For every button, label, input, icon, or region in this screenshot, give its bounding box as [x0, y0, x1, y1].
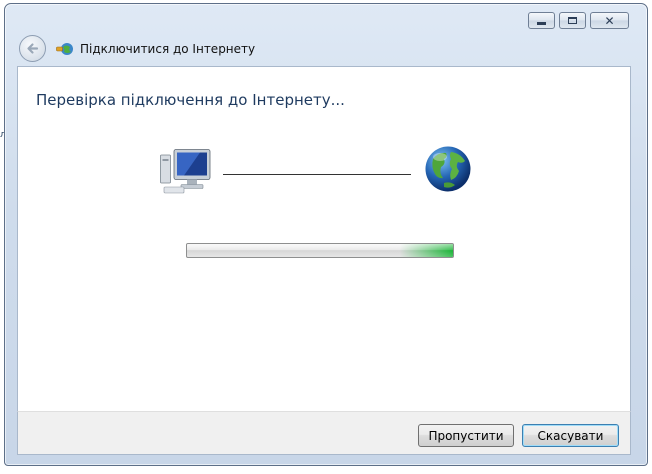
network-connection-icon: [56, 42, 73, 55]
maximize-icon: [568, 17, 577, 24]
progress-bar: [186, 243, 454, 258]
window-title: Підключитися до Інтернету: [80, 41, 256, 56]
back-button[interactable]: [19, 35, 46, 62]
minimize-button[interactable]: [528, 12, 555, 29]
globe-icon: [425, 146, 471, 192]
caption-buttons: ✕: [528, 12, 629, 29]
close-button[interactable]: ✕: [590, 12, 629, 29]
skip-button[interactable]: Пропустити: [418, 424, 514, 447]
wizard-footer: Пропустити Скасувати: [17, 411, 631, 455]
page-heading: Перевірка підключення до Інтернету...: [36, 91, 345, 109]
connection-line: [223, 174, 411, 175]
close-icon: ✕: [604, 13, 615, 28]
cancel-button[interactable]: Скасувати: [522, 424, 619, 447]
wizard-content: Перевірка підключення до Інтернету...: [17, 66, 631, 411]
maximize-button[interactable]: [559, 12, 586, 29]
wizard-window: ✕ Підключитися до Інтернету Перевірка пі…: [4, 3, 648, 466]
progress-fill: [187, 244, 453, 257]
back-arrow-icon: [27, 43, 39, 54]
wizard-header: Підключитися до Інтернету: [19, 35, 255, 62]
minimize-icon: [537, 21, 546, 25]
computer-icon: [160, 149, 211, 194]
